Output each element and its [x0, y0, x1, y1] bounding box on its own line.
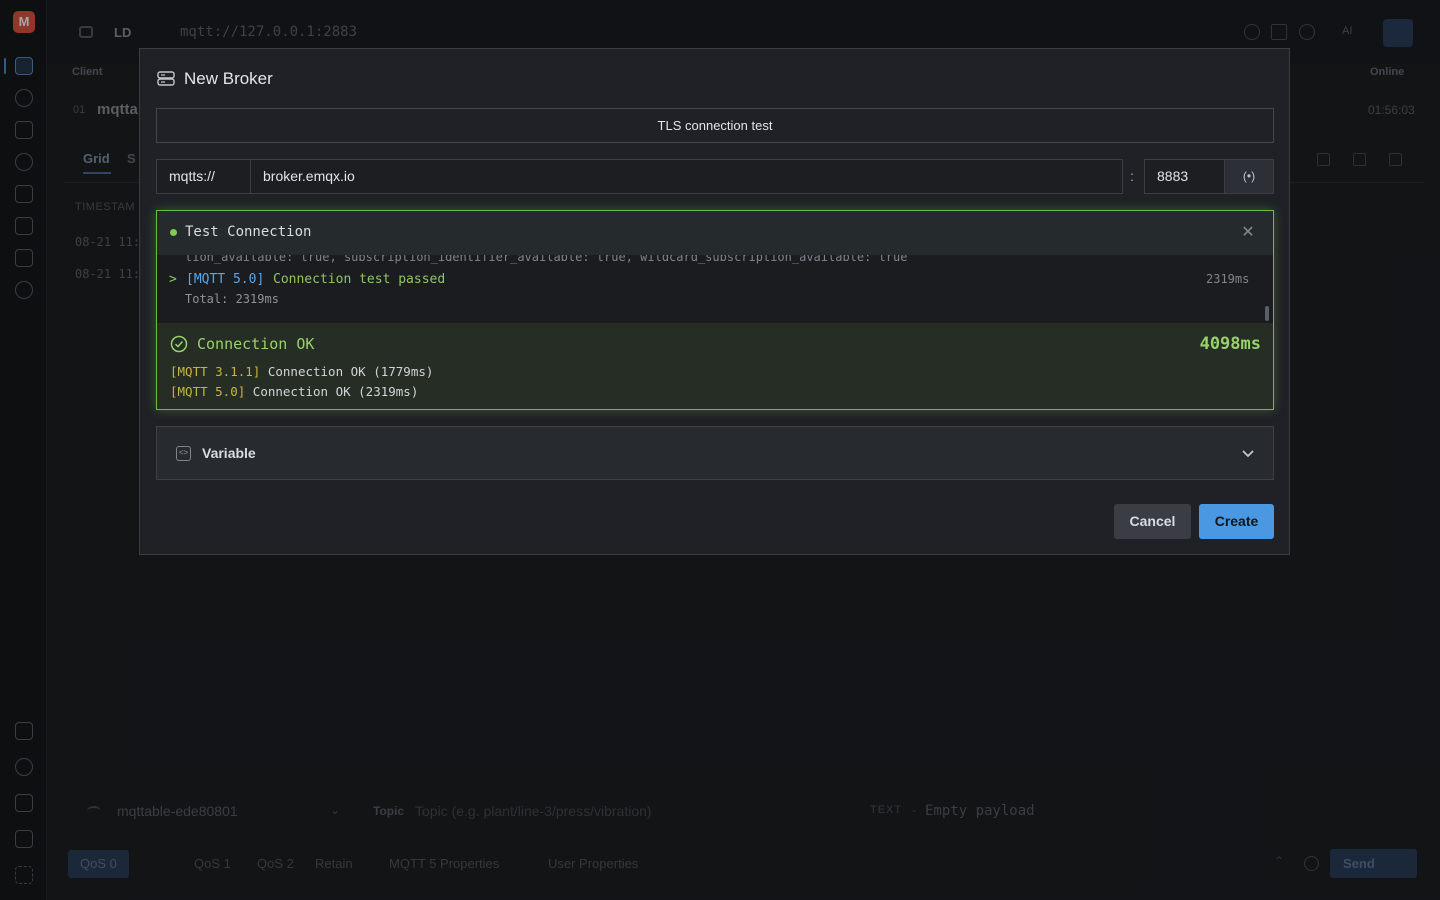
test-panel-header: Test Connection ✕ [157, 211, 1273, 255]
test-panel-title: Test Connection [185, 224, 312, 240]
variable-section-toggle[interactable]: <> Variable [156, 426, 1274, 480]
cancel-button[interactable]: Cancel [1114, 504, 1191, 539]
log-tag: [MQTT 5.0] [186, 272, 265, 287]
host-input[interactable]: broker.emqx.io [250, 159, 1123, 194]
result-total-time: 4098ms [1199, 334, 1261, 354]
variable-icon: <> [176, 446, 191, 461]
result-tag: [MQTT 3.1.1] [170, 364, 261, 379]
result-title: Connection OK [197, 335, 315, 353]
create-button[interactable]: Create [1199, 504, 1274, 539]
result-line: [MQTT 3.1.1] Connection OK (1779ms) [170, 364, 433, 379]
test-result: Connection OK 4098ms [MQTT 3.1.1] Connec… [157, 323, 1273, 409]
broadcast-icon: (•) [1242, 169, 1256, 183]
result-text: Connection OK (2319ms) [252, 384, 419, 399]
log-total: Total: 2319ms [185, 292, 279, 306]
port-separator: : [1130, 168, 1134, 184]
protocol-select[interactable]: mqtts:// [156, 159, 251, 194]
result-text: Connection OK (1779ms) [267, 364, 434, 379]
server-icon [157, 71, 175, 86]
dialog-title: New Broker [184, 69, 273, 88]
close-icon[interactable]: ✕ [1240, 225, 1256, 241]
test-connection-button[interactable]: (•) [1224, 159, 1274, 194]
test-log[interactable]: tion_available: true, subscription_ident… [157, 255, 1273, 323]
log-duration: 2319ms [1206, 272, 1250, 286]
new-broker-dialog: New Broker TLS connection test mqtts:// … [139, 48, 1290, 555]
result-tag: [MQTT 5.0] [170, 384, 246, 399]
chevron-down-icon[interactable] [1240, 445, 1256, 461]
broker-name-input[interactable]: TLS connection test [156, 108, 1274, 143]
result-line: [MQTT 5.0] Connection OK (2319ms) [170, 384, 418, 399]
variable-label: Variable [202, 445, 256, 461]
status-dot [170, 229, 177, 236]
log-scrollbar[interactable] [1265, 306, 1269, 321]
test-connection-panel: Test Connection ✕ tion_available: true, … [156, 210, 1274, 410]
port-input[interactable]: 8883 [1144, 159, 1225, 194]
log-message: Connection test passed [273, 272, 446, 287]
log-prompt: > [169, 272, 177, 287]
check-circle-icon [170, 335, 188, 353]
log-line: tion_available: true, subscription_ident… [185, 255, 908, 264]
